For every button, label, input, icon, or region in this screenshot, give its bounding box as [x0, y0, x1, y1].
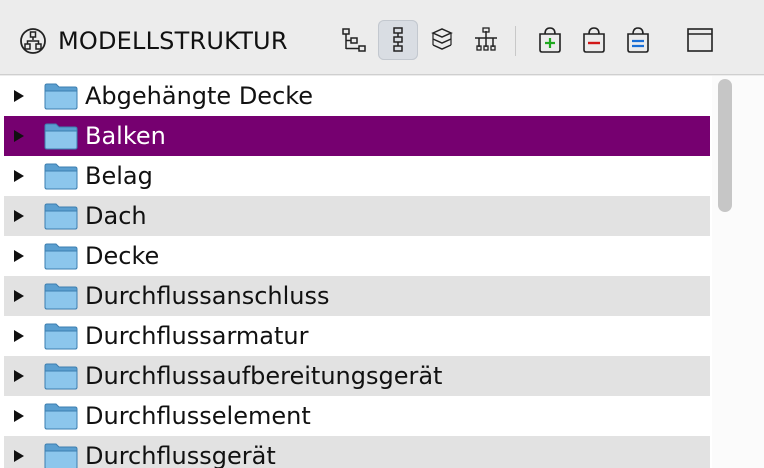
folder-icon: [44, 123, 78, 150]
expand-arrow-icon[interactable]: [14, 330, 24, 342]
scrollbar-thumb[interactable]: [718, 79, 732, 212]
tree-row[interactable]: Durchflussaufbereitungsgerät: [4, 356, 710, 396]
tree-row[interactable]: Abgehängte Decke: [4, 76, 710, 116]
add-bag-button[interactable]: [530, 20, 570, 60]
tree-row[interactable]: Durchflussgerät: [4, 436, 710, 468]
tree-row-label: Durchflusselement: [85, 402, 311, 430]
equal-bag-button[interactable]: [618, 20, 658, 60]
expand-arrow-icon[interactable]: [14, 450, 24, 462]
tree-row[interactable]: Durchflussanschluss: [4, 276, 710, 316]
expand-arrow-icon[interactable]: [14, 170, 24, 182]
folder-icon: [44, 203, 78, 230]
tree-row[interactable]: Decke: [4, 236, 710, 276]
remove-bag-button[interactable]: [574, 20, 614, 60]
tree-row-label: Durchflussarmatur: [85, 322, 309, 350]
window-icon: [687, 28, 713, 52]
tree-row-label: Abgehängte Decke: [85, 82, 314, 110]
panel-title: MODELLSTRUKTUR: [58, 27, 288, 55]
tree-row[interactable]: Durchflusselement: [4, 396, 710, 436]
hierarchy-icon: [20, 28, 46, 54]
tree-row-label: Belag: [85, 162, 153, 190]
panel-header: MODELLSTRUKTUR: [0, 0, 764, 75]
folder-icon: [44, 83, 78, 110]
expand-arrow-icon[interactable]: [14, 370, 24, 382]
tree-row[interactable]: Durchflussarmatur: [4, 316, 710, 356]
expand-arrow-icon[interactable]: [14, 210, 24, 222]
expand-arrow-icon[interactable]: [14, 290, 24, 302]
folder-icon: [44, 163, 78, 190]
tree-row-label: Dach: [85, 202, 147, 230]
tree-row-label: Durchflussgerät: [85, 442, 276, 468]
layers-tree-icon: [431, 28, 453, 50]
network-tree-icon: [475, 27, 497, 51]
remove-bag-icon: [583, 27, 605, 53]
window-button[interactable]: [680, 20, 720, 60]
model-structure-tree[interactable]: Abgehängte Decke Balken Belag Dach Decke Durc…: [0, 76, 764, 468]
list-tree-icon: [393, 27, 403, 52]
equal-bag-icon: [627, 27, 649, 53]
folder-icon: [44, 243, 78, 270]
tree-view-icon: [342, 28, 366, 52]
folder-icon: [44, 443, 78, 468]
toolbar-separator: [515, 26, 516, 56]
tree-row[interactable]: Belag: [4, 156, 710, 196]
tree-row[interactable]: Dach: [4, 196, 710, 236]
tree-row-label: Durchflussanschluss: [85, 282, 330, 310]
folder-icon: [44, 403, 78, 430]
expand-arrow-icon[interactable]: [14, 250, 24, 262]
folder-icon: [44, 363, 78, 390]
tree-row[interactable]: Balken: [4, 116, 710, 156]
expand-arrow-icon[interactable]: [14, 90, 24, 102]
folder-icon: [44, 283, 78, 310]
list-tree-button[interactable]: [378, 20, 418, 60]
expand-arrow-icon[interactable]: [14, 130, 24, 142]
tree-row-label: Durchflussaufbereitungsgerät: [85, 362, 443, 390]
tree-row-label: Decke: [85, 242, 160, 270]
add-bag-icon: [539, 27, 561, 53]
tree-row-label: Balken: [85, 122, 166, 150]
tree-view-button[interactable]: [334, 20, 374, 60]
network-tree-button[interactable]: [466, 20, 506, 60]
expand-arrow-icon[interactable]: [14, 410, 24, 422]
layers-tree-button[interactable]: [422, 20, 462, 60]
folder-icon: [44, 323, 78, 350]
